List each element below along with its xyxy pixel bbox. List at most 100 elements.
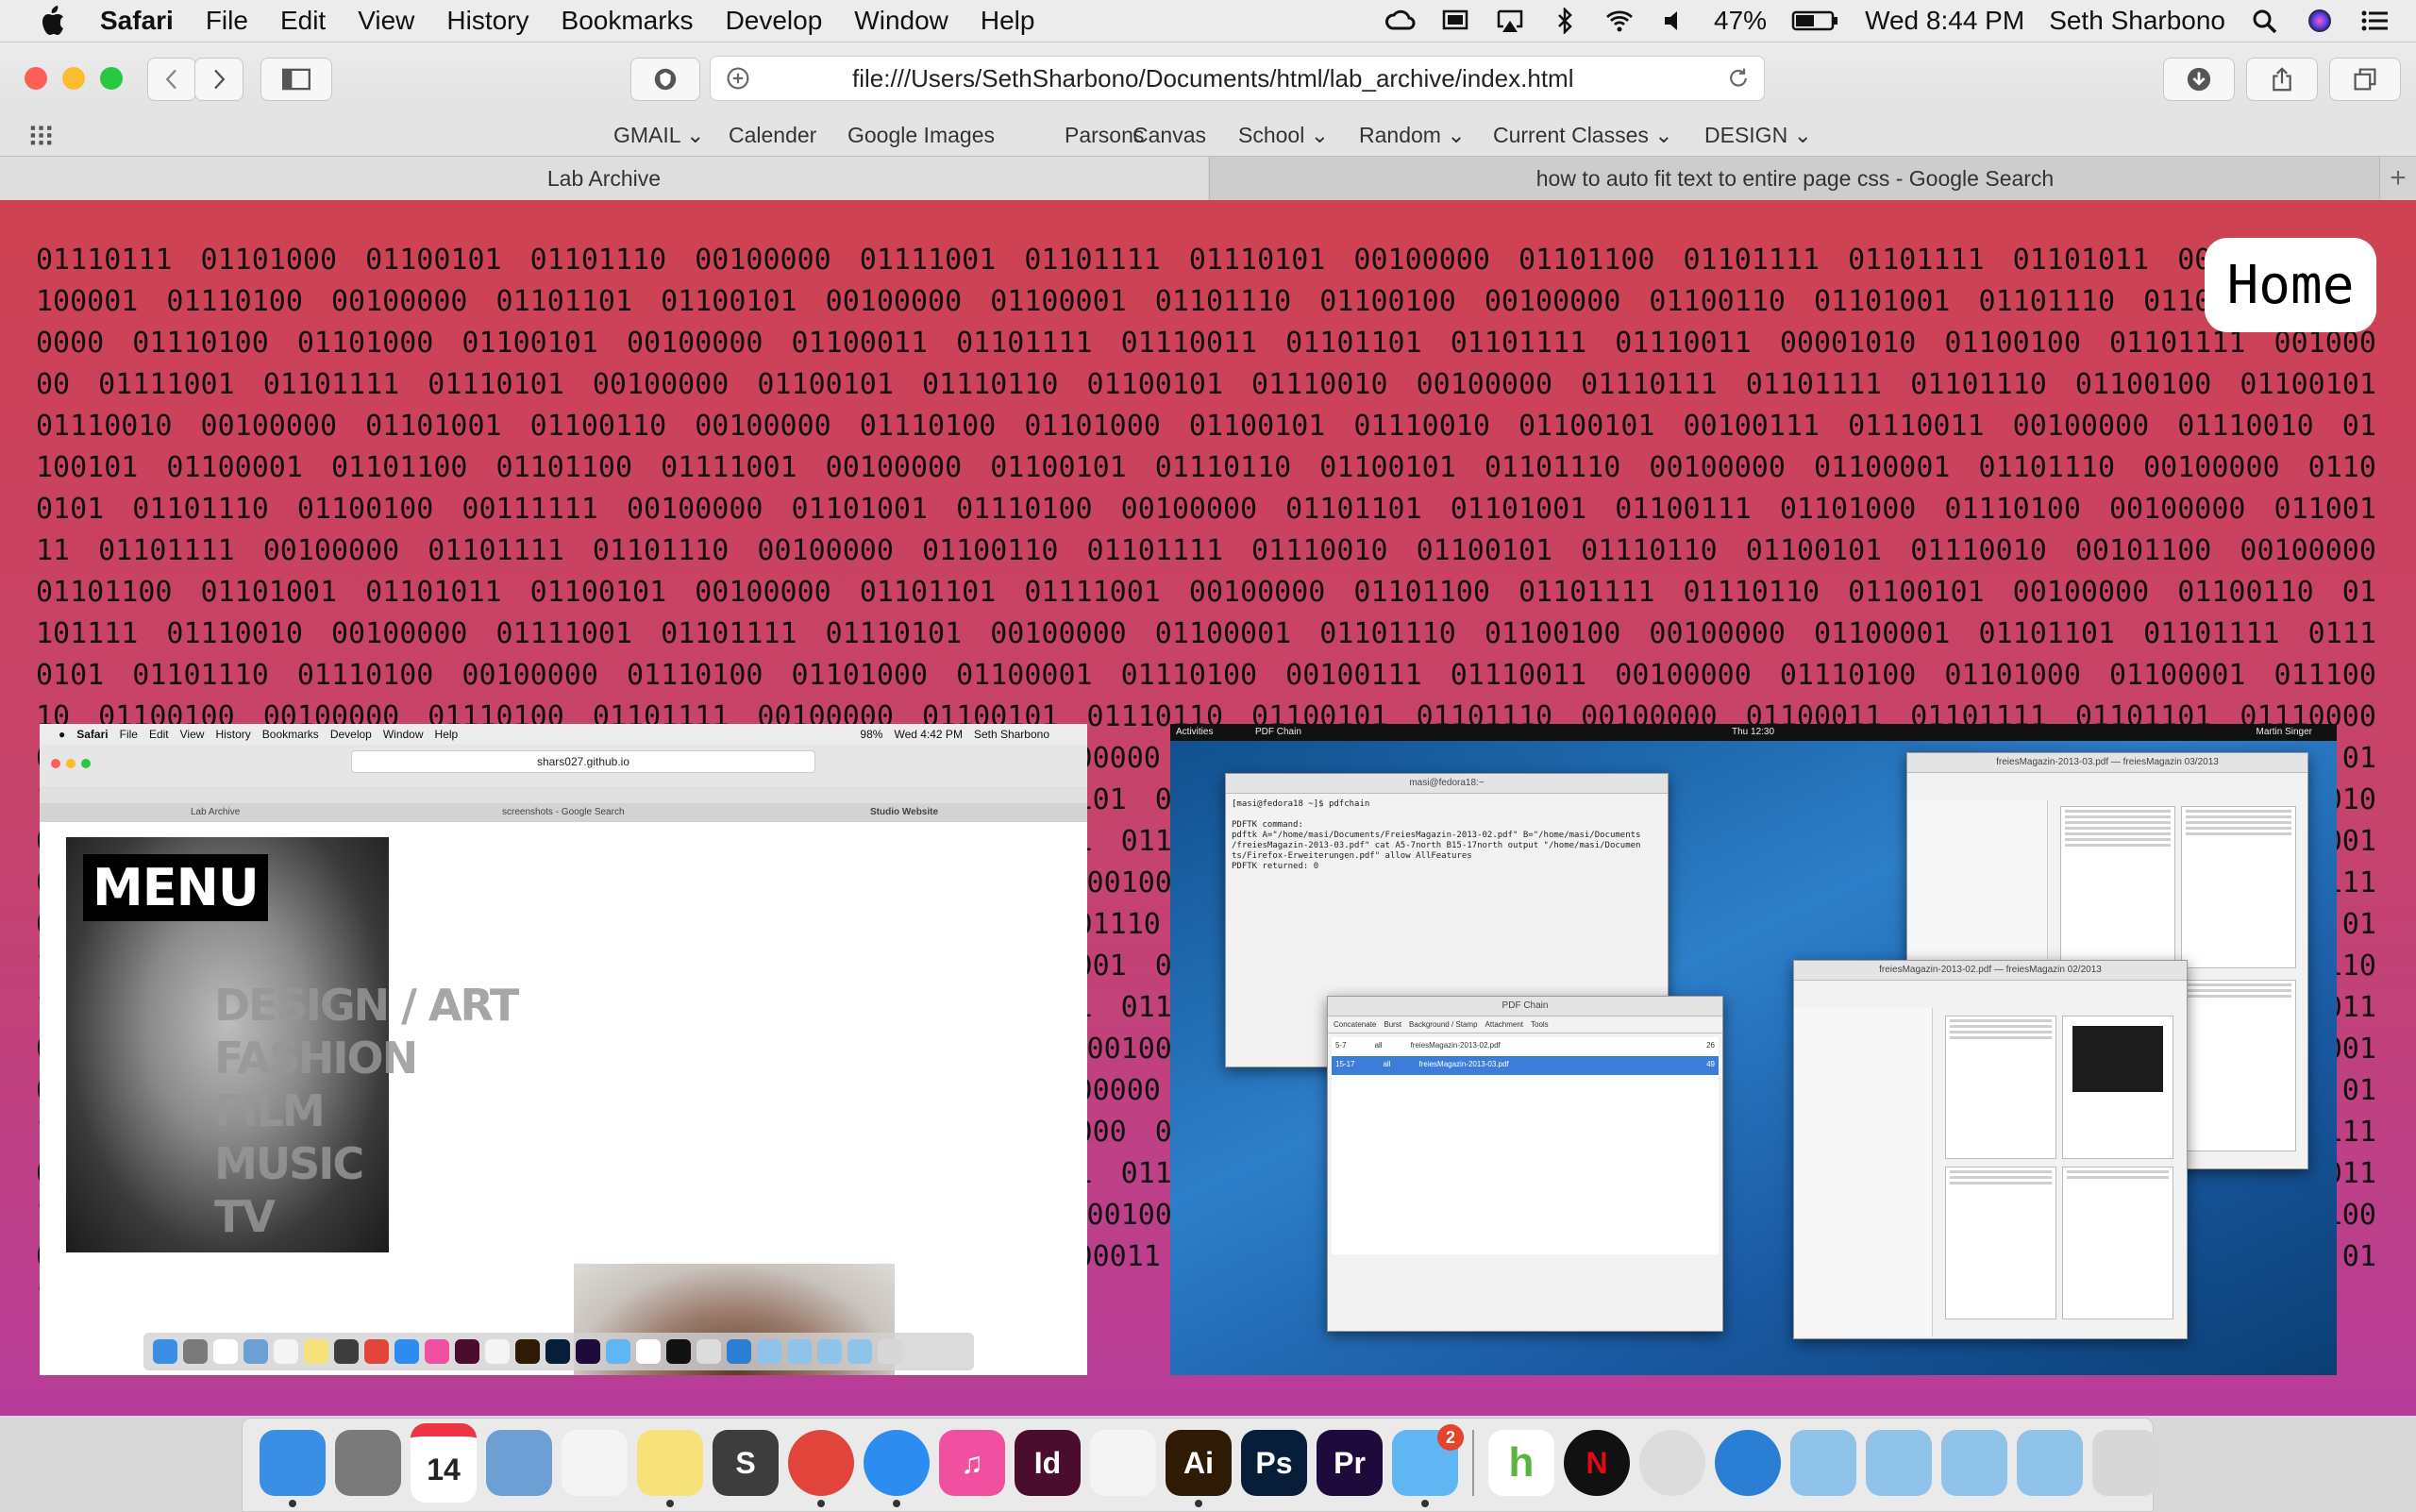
screen-icon[interactable] (1440, 7, 1470, 35)
applications-folder-icon[interactable] (1866, 1430, 1932, 1496)
menu-history[interactable]: History (446, 6, 528, 36)
menu-file[interactable]: File (206, 6, 248, 36)
pdf-page-thumb (2060, 806, 2175, 968)
share-button[interactable] (2246, 58, 2318, 101)
sublime-text-icon[interactable]: S (713, 1430, 779, 1496)
mini-trash-icon (878, 1339, 902, 1364)
documents-folder-icon[interactable] (1941, 1430, 2007, 1496)
address-bar[interactable]: file:///Users/SethSharbono/Documents/htm… (710, 56, 1765, 101)
fav-school-label: School (1238, 123, 1305, 147)
home-button[interactable]: Home (2205, 238, 2376, 332)
indesign-icon[interactable]: Id (1015, 1430, 1081, 1496)
downloads-folder-icon[interactable] (2017, 1430, 2083, 1496)
running-indicator (893, 1500, 900, 1507)
site-link-film: FILM (214, 1085, 326, 1136)
pdfchain-tab-attachment: Attachment (1485, 1020, 1523, 1029)
trash-icon[interactable] (2092, 1430, 2158, 1496)
forward-button[interactable] (194, 58, 243, 101)
menu-view[interactable]: View (358, 6, 414, 36)
menu-bookmarks[interactable]: Bookmarks (562, 6, 694, 36)
apple-menu-icon[interactable] (38, 5, 66, 37)
preview-icon[interactable] (486, 1430, 552, 1496)
notes-icon[interactable] (637, 1430, 703, 1507)
battery-icon[interactable] (1791, 7, 1840, 35)
back-button[interactable] (147, 58, 196, 101)
airplay-icon[interactable] (1495, 7, 1525, 35)
finder-icon[interactable] (260, 1430, 326, 1507)
tab-lab-archive[interactable]: Lab Archive (0, 157, 1208, 200)
illustrator-icon[interactable]: Ai (1166, 1430, 1232, 1507)
notification-badge: 2 (1437, 1424, 1464, 1451)
calendar-icon[interactable]: 14 (411, 1423, 477, 1503)
downloads-button[interactable] (2163, 58, 2235, 101)
add-bookmark-icon[interactable] (726, 66, 750, 91)
menu-develop[interactable]: Develop (726, 6, 823, 36)
running-indicator (666, 1500, 674, 1507)
new-tab-button[interactable]: + (2379, 157, 2416, 200)
notification-center-icon[interactable] (2359, 7, 2390, 35)
itunes-icon[interactable]: ♫ (939, 1430, 1005, 1496)
pdfchain-row-count: 49 (1706, 1060, 1715, 1068)
reminders-icon[interactable] (562, 1430, 628, 1496)
hype-icon[interactable]: h (1488, 1430, 1554, 1496)
reload-icon[interactable] (1726, 66, 1751, 91)
menu-window[interactable]: Window (854, 6, 948, 36)
mini-hype-icon (636, 1339, 661, 1364)
fav-random[interactable]: Random ⌄ (1359, 123, 1466, 148)
zoom-window-button[interactable] (100, 67, 123, 90)
menu-edit[interactable]: Edit (280, 6, 326, 36)
fav-canvas[interactable]: Canvas (1132, 123, 1206, 148)
terminal-output: [masi@fedora18 ~]$ pdfchain PDFTK comman… (1232, 799, 1641, 871)
safari-icon[interactable] (864, 1430, 930, 1507)
spotlight-search-icon[interactable] (2250, 7, 2280, 35)
mini-menu-bookmarks: Bookmarks (261, 728, 319, 741)
mini-finder-icon (153, 1339, 177, 1364)
screenshots-folder-icon[interactable] (1790, 1430, 1856, 1496)
volume-icon[interactable] (1659, 7, 1689, 35)
mini-minimize-icon (66, 759, 76, 768)
mini-photoshop-icon (545, 1339, 570, 1364)
tab-google-search[interactable]: how to auto fit text to entire page css … (1209, 157, 2380, 200)
url-text[interactable]: file:///Users/SethSharbono/Documents/htm… (852, 64, 1573, 93)
premiere-icon[interactable]: Pr (1317, 1430, 1383, 1496)
wifi-icon[interactable] (1604, 7, 1635, 35)
chrome-icon[interactable] (788, 1430, 854, 1507)
fav-gmail[interactable]: GMAIL ⌄ (613, 123, 704, 148)
site-link-design-art: DESIGN / ART (214, 980, 519, 1031)
clock[interactable]: Wed 8:44 PM (1865, 6, 2024, 36)
running-indicator (1195, 1500, 1202, 1507)
pdfchain-row-file: freiesMagazin-2013-02.pdf (1410, 1041, 1501, 1050)
privacy-shield-button[interactable] (630, 58, 700, 101)
system-preferences-icon[interactable] (335, 1430, 401, 1496)
menu-app-name[interactable]: Safari (100, 6, 174, 36)
fav-design[interactable]: DESIGN ⌄ (1704, 123, 1812, 148)
photoshop-glyph: Ps (1255, 1445, 1293, 1480)
menu-help[interactable]: Help (981, 6, 1035, 36)
netflix-icon[interactable]: N (1564, 1430, 1630, 1496)
fav-current-classes[interactable]: Current Classes ⌄ (1493, 123, 1673, 148)
close-window-button[interactable] (25, 67, 47, 90)
globe-icon[interactable] (1715, 1430, 1781, 1496)
messages-icon[interactable]: 2 (1392, 1424, 1464, 1507)
photoshop-icon[interactable]: Ps (1241, 1430, 1307, 1496)
fav-google-images[interactable]: Google Images (847, 123, 995, 148)
screenshot-thumbnail-website[interactable]: ● Safari File Edit View History Bookmark… (40, 724, 1087, 1375)
fav-school[interactable]: School ⌄ (1238, 123, 1329, 148)
sublime-text-glyph: S (735, 1445, 756, 1480)
screenshot-thumbnail-pdfchain[interactable]: Activities PDF Chain Thu 12:30 Martin Si… (1170, 724, 2337, 1375)
fav-calender[interactable]: Calender (729, 123, 816, 148)
site-nav-links: DESIGN / ART FASHION FILM MUSIC TV (214, 979, 519, 1243)
acrobat-icon[interactable] (1090, 1430, 1156, 1496)
tab-overview-button[interactable] (2329, 58, 2401, 101)
mini-safari-icon (394, 1339, 419, 1364)
bluetooth-icon[interactable] (1550, 7, 1580, 35)
user-name[interactable]: Seth Sharbono (2049, 6, 2225, 36)
shield-icon (654, 68, 677, 91)
minimize-window-button[interactable] (62, 67, 85, 90)
sidebar-button[interactable] (260, 58, 332, 101)
creative-cloud-icon[interactable] (1385, 7, 1416, 35)
terminal-title: masi@fedora18:~ (1226, 774, 1668, 794)
siri-icon[interactable] (2305, 7, 2335, 35)
grid-icon[interactable] (28, 123, 55, 147)
instruments-icon[interactable] (1639, 1430, 1705, 1496)
